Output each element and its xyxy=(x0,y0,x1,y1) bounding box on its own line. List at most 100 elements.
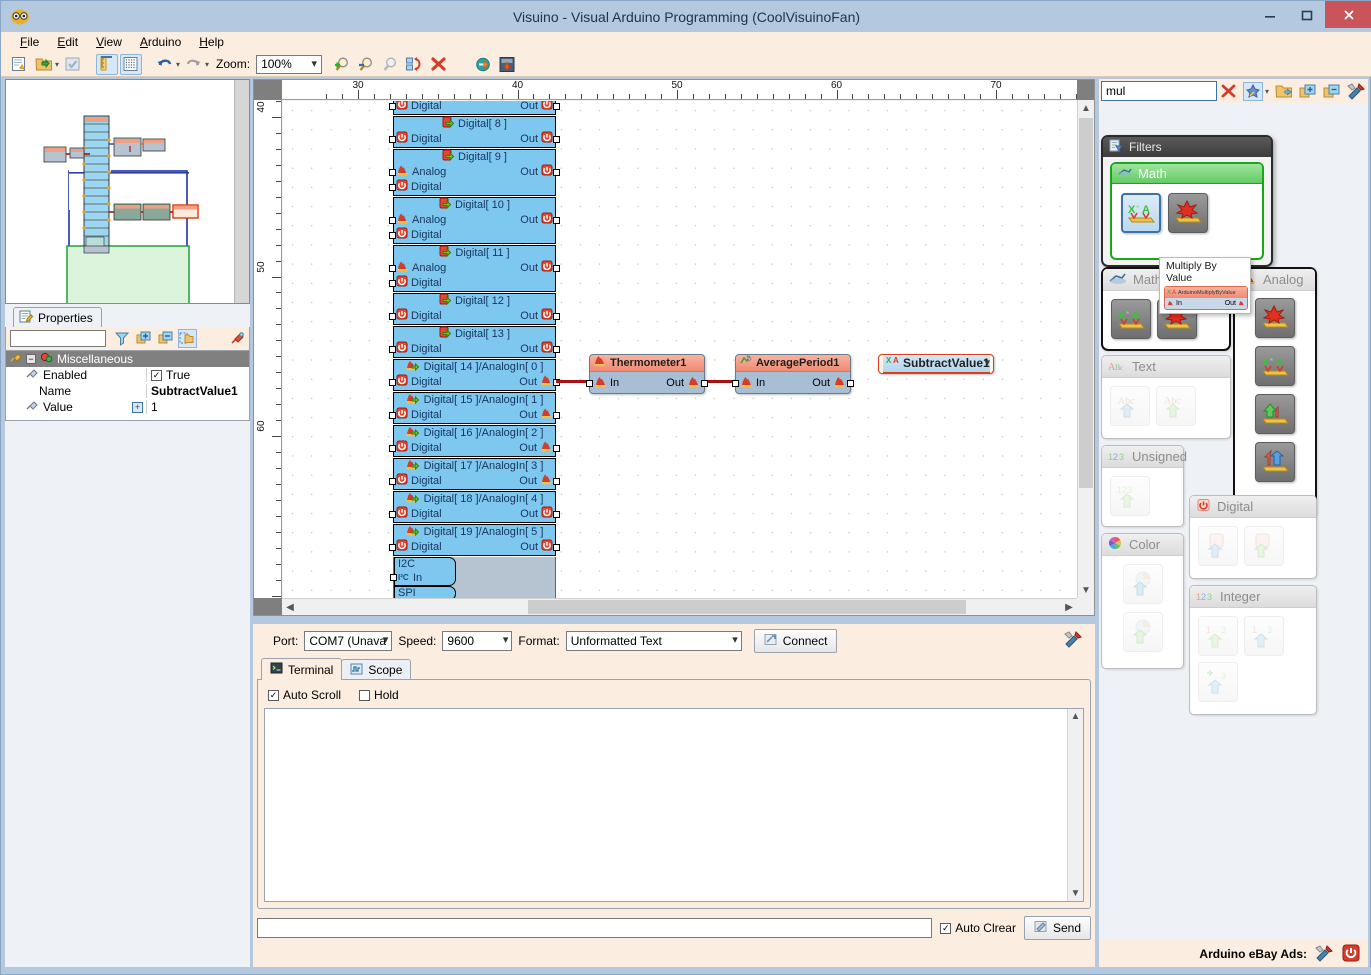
pin-connector[interactable] xyxy=(553,103,560,110)
zoom-select[interactable]: 100% xyxy=(256,54,323,74)
menu-edit[interactable]: Edit xyxy=(48,33,87,51)
tools-icon[interactable] xyxy=(1315,944,1334,965)
math-star-icon[interactable] xyxy=(1168,193,1208,233)
pin-connector[interactable] xyxy=(553,511,560,518)
pin-connector[interactable] xyxy=(389,445,396,452)
overview-scrollbar[interactable] xyxy=(234,80,249,303)
undo-dropdown-icon[interactable]: ▾ xyxy=(176,60,180,69)
pin-icon[interactable] xyxy=(227,329,247,348)
zoom-reset-icon[interactable] xyxy=(380,54,402,75)
pin-connector[interactable] xyxy=(389,379,396,386)
scroll-up-button[interactable]: ▲ xyxy=(1078,100,1094,116)
expand-all-icon[interactable] xyxy=(134,329,154,348)
pin-connector[interactable] xyxy=(389,136,396,143)
design-canvas[interactable]: Digital Out Digital[ 8 ] Digital Out Digital[… xyxy=(283,101,1077,598)
scroll-left-button[interactable]: ◀ xyxy=(282,599,298,615)
pin-block[interactable]: Digital[ 11 ] Analog Out Digital xyxy=(389,245,560,292)
pin-connector[interactable] xyxy=(389,280,396,287)
math-star-icon[interactable] xyxy=(1255,298,1295,338)
pin-block[interactable]: Digital[ 14 ]/AnalogIn[ 0 ] Digital Out xyxy=(389,359,560,391)
serial-options-icon[interactable] xyxy=(1064,630,1083,651)
pin-connector[interactable] xyxy=(553,313,560,320)
bus-block[interactable]: I2C I²C In xyxy=(390,557,456,586)
terminal-scroll-up[interactable]: ▲ xyxy=(1068,709,1083,724)
component-thermometer1[interactable]: Thermometer1 In Out xyxy=(586,354,708,394)
text-merge-icon[interactable]: Abc xyxy=(1156,386,1196,426)
open-dropdown-icon[interactable]: ▾ xyxy=(55,60,59,69)
color-merge-icon[interactable] xyxy=(1122,612,1163,652)
project-overview[interactable] xyxy=(5,79,250,324)
math-xa-icon[interactable]: X * A xyxy=(1255,346,1295,386)
clear-search-icon[interactable] xyxy=(1219,82,1239,101)
pin-block[interactable]: Digital Out xyxy=(389,101,560,115)
pin-connector[interactable] xyxy=(553,265,560,272)
new-project-icon[interactable] xyxy=(9,54,31,75)
property-row-name[interactable]: Name SubtractValue1 xyxy=(6,383,249,399)
pin-block[interactable]: Digital[ 10 ] Analog Out Digital xyxy=(389,197,560,244)
pin-connector[interactable] xyxy=(553,169,560,176)
pin-connector[interactable] xyxy=(553,217,560,224)
save-project-icon[interactable] xyxy=(62,54,84,75)
pin-block[interactable]: Digital[ 19 ]/AnalogIn[ 5 ] Digital Out xyxy=(389,524,560,556)
pin-connector[interactable] xyxy=(553,478,560,485)
property-value-name[interactable]: SubtractValue1 xyxy=(146,384,249,398)
upload-icon[interactable] xyxy=(472,54,494,75)
pin-connector[interactable] xyxy=(389,511,396,518)
scroll-right-button[interactable]: ▶ xyxy=(1061,599,1077,615)
pin-connector[interactable] xyxy=(389,169,396,176)
pin-connector[interactable] xyxy=(389,103,396,110)
auto-scroll-checkbox[interactable]: ✓ xyxy=(268,689,279,701)
property-search-input[interactable] xyxy=(10,330,107,347)
component-subtractvalue1[interactable]: XA SubtractValue1 In Out xyxy=(878,354,994,374)
open-folder-icon[interactable] xyxy=(1274,82,1294,101)
pin-connector[interactable] xyxy=(553,136,560,143)
hold-checkbox[interactable] xyxy=(359,689,371,701)
thermometer1-out-pin[interactable] xyxy=(701,380,708,387)
connect-button[interactable]: Connect xyxy=(753,629,838,653)
math-xa-icon[interactable]: X * A xyxy=(1121,193,1161,233)
menu-arduino[interactable]: Arduino xyxy=(131,33,190,51)
arrange-icon[interactable] xyxy=(404,54,426,75)
split-blue-icon[interactable] xyxy=(1255,442,1295,482)
send-button[interactable]: Send xyxy=(1023,916,1091,940)
pin-connector[interactable] xyxy=(389,412,396,419)
expand-value-toggle[interactable]: + xyxy=(132,401,143,413)
vscroll-thumb[interactable] xyxy=(1079,118,1093,488)
property-category-row[interactable]: − Miscellaneous xyxy=(6,351,249,367)
math-xa-icon[interactable]: X * A xyxy=(1111,299,1151,339)
digital-merge-icon[interactable] xyxy=(1244,526,1284,566)
redo-icon[interactable] xyxy=(183,54,205,75)
tab-properties[interactable]: Properties xyxy=(13,307,102,327)
arduino-board-pins[interactable]: Digital Out Digital[ 8 ] Digital Out Digital[… xyxy=(389,101,560,598)
send-input[interactable] xyxy=(257,918,933,938)
pin-block[interactable]: Digital[ 13 ] Digital Out xyxy=(389,326,560,358)
minimize-button[interactable] xyxy=(1251,1,1288,28)
integer-add-icon[interactable]: 3 xyxy=(1198,662,1238,702)
hscroll-thumb[interactable] xyxy=(528,600,966,614)
hold-option[interactable]: Hold xyxy=(359,688,399,702)
zoom-out-icon[interactable] xyxy=(356,54,378,75)
format-select[interactable]: Unformatted Text xyxy=(565,631,742,651)
pin-block[interactable]: Digital[ 17 ]/AnalogIn[ 3 ] Digital Out xyxy=(389,458,560,490)
pin-block[interactable]: Digital[ 16 ]/AnalogIn[ 2 ] Digital Out xyxy=(389,425,560,457)
show-grid-icon[interactable] xyxy=(120,53,143,75)
filters-popup[interactable]: Filters Math X * A xyxy=(1101,135,1273,267)
pin-connector[interactable] xyxy=(389,184,396,191)
terminal-output[interactable]: ▲ ▼ xyxy=(264,708,1084,902)
delete-icon[interactable] xyxy=(428,54,450,75)
canvas-horizontal-scrollbar[interactable]: ◀ ▶ xyxy=(282,598,1077,615)
property-row-value[interactable]: Value + 1 xyxy=(6,399,249,415)
auto-scroll-option[interactable]: ✓ Auto Scroll xyxy=(268,688,341,702)
maximize-button[interactable] xyxy=(1288,1,1325,28)
integer-merge-icon[interactable]: 13 xyxy=(1198,616,1238,656)
pin-connector[interactable] xyxy=(389,265,396,272)
menu-view[interactable]: View xyxy=(87,33,131,51)
menu-help[interactable]: Help xyxy=(190,33,233,51)
pin-connector[interactable] xyxy=(390,574,397,581)
pin-connector[interactable] xyxy=(389,232,396,239)
collapse-all-icon[interactable] xyxy=(156,329,176,348)
pin-connector[interactable] xyxy=(389,478,396,485)
merge-green-icon[interactable] xyxy=(1255,394,1295,434)
terminal-scroll-down[interactable]: ▼ xyxy=(1068,886,1083,901)
power-icon[interactable] xyxy=(1342,944,1360,965)
